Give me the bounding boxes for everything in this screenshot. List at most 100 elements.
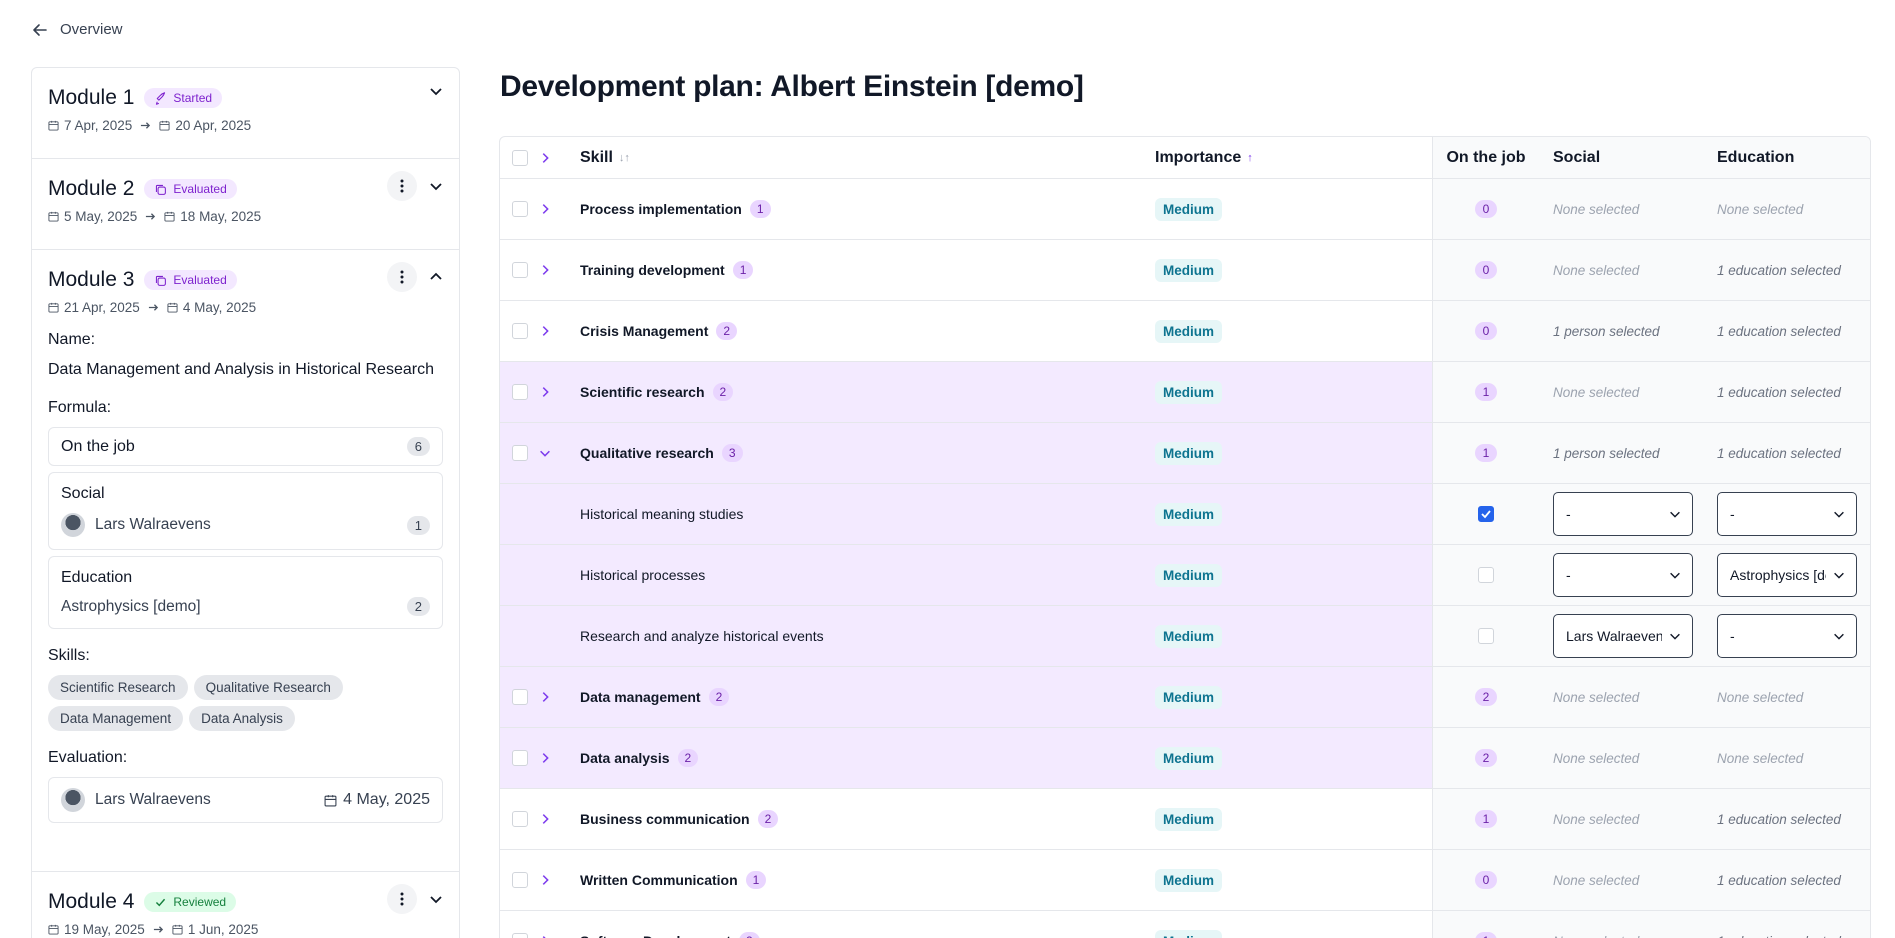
table-row[interactable]: Written Communication 1 Medium 0 None select…	[500, 850, 1870, 911]
social-summary: None selected	[1553, 262, 1640, 278]
more-options-icon[interactable]	[387, 171, 417, 201]
module-title: Module 1	[48, 86, 135, 109]
chevron-down-icon[interactable]	[427, 177, 445, 195]
row-checkbox[interactable]	[512, 201, 528, 217]
education-summary: 1 education selected	[1717, 872, 1841, 888]
education-summary: 1 education selected	[1717, 384, 1841, 400]
select-all-checkbox[interactable]	[512, 149, 528, 166]
social-summary: 1 person selected	[1553, 323, 1660, 339]
on-the-job-checkbox[interactable]	[1478, 506, 1494, 522]
table-row[interactable]: Data management 2 Medium 2 None selected None…	[500, 667, 1870, 728]
back-to-overview-link[interactable]: Overview	[32, 21, 123, 38]
module-card-1[interactable]: Module 1 Started 7 Apr, 2025 20 Apr, 202…	[32, 68, 459, 159]
module-card-2[interactable]: Module 2 Evaluated 5 May, 2025 18 May, 2…	[32, 159, 459, 250]
education-summary: None selected	[1717, 201, 1804, 217]
social-column-header: Social	[1553, 148, 1601, 166]
row-checkbox[interactable]	[512, 933, 528, 938]
table-row[interactable]: Crisis Management 2 Medium 0 1 person select…	[500, 301, 1870, 362]
formula-label: Formula:	[48, 399, 112, 416]
table-subrow[interactable]: Historical processes Medium - Astrophysics …	[500, 545, 1870, 606]
education-label: Education	[61, 569, 133, 586]
table-row[interactable]: Software Development2 Medium 1 None selecte…	[500, 911, 1870, 938]
calendar-icon	[324, 794, 337, 806]
chevron-down-icon[interactable]	[427, 890, 445, 908]
education-select[interactable]: Astrophysics [demo]	[1717, 553, 1857, 597]
table-row[interactable]: Business communication 2 Medium 1 None selec…	[500, 789, 1870, 850]
skill-name: Crisis Management 2	[580, 322, 738, 340]
evaluation-label: Evaluation:	[48, 749, 128, 766]
row-checkbox[interactable]	[512, 323, 528, 339]
status-badge: Started	[144, 88, 223, 108]
chevron-right-icon[interactable]	[538, 728, 558, 788]
education-select[interactable]: -	[1717, 614, 1857, 658]
calendar-icon	[48, 211, 59, 222]
education-select[interactable]: -	[1717, 492, 1857, 536]
calendar-icon	[48, 120, 59, 131]
social-select[interactable]: Lars Walraevens	[1553, 614, 1693, 658]
chevron-right-icon[interactable]	[538, 179, 558, 239]
start-date: 5 May, 2025	[64, 209, 138, 224]
social-select[interactable]: -	[1553, 492, 1693, 536]
end-date: 1 Jun, 2025	[187, 922, 259, 937]
status-badge: Evaluated	[144, 179, 237, 199]
social-summary: None selected	[1553, 811, 1640, 827]
date-range: 19 May, 2025 1 Jun, 2025	[48, 922, 443, 937]
education-count: 2	[406, 597, 430, 616]
table-row[interactable]: Scientific research 2 Medium 1 None selected…	[500, 362, 1870, 423]
module-card-3[interactable]: Module 3 Evaluated 21 Apr, 2025 4 May, 2…	[32, 250, 459, 872]
chevron-right-icon[interactable]	[538, 667, 558, 727]
row-checkbox[interactable]	[512, 689, 528, 705]
table-subrow[interactable]: Research and analyze historical events Me…	[500, 606, 1870, 667]
sub-skill-count: 1	[749, 200, 771, 218]
module-card-4[interactable]: Module 4 Reviewed 19 May, 2025 1 Jun, 20…	[32, 872, 459, 938]
on-the-job-checkbox[interactable]	[1478, 567, 1494, 583]
sub-skill-count: 2	[712, 383, 734, 401]
evaluation-entry: Lars Walraevens 4 May, 2025	[48, 777, 443, 823]
table-row[interactable]: Qualitative research 3 Medium 1 1 person sel…	[500, 423, 1870, 484]
status-badge: Reviewed	[144, 892, 237, 912]
row-checkbox[interactable]	[512, 811, 528, 827]
skill-name: Software Development2	[580, 932, 760, 938]
social-label: Social	[61, 485, 105, 502]
on-the-job-column-header: On the job	[1446, 148, 1526, 166]
arrow-right-icon	[146, 213, 156, 220]
chevron-right-icon[interactable]	[538, 240, 558, 300]
chevron-right-icon[interactable]	[538, 789, 558, 849]
more-options-icon[interactable]	[387, 262, 417, 292]
social-count: 1	[406, 515, 430, 535]
table-row[interactable]: Process implementation 1 Medium 0 None selec…	[500, 179, 1870, 240]
table-row[interactable]: Training development 1 Medium 0 None selecte…	[500, 240, 1870, 301]
module-sidebar: Module 1 Started 7 Apr, 2025 20 Apr, 202…	[31, 67, 460, 938]
row-checkbox[interactable]	[512, 262, 528, 278]
chevron-down-icon	[1834, 511, 1844, 518]
skill-name: Training development 1	[580, 261, 754, 279]
chevron-down-icon	[1670, 511, 1680, 518]
chevron-down-icon[interactable]	[427, 82, 445, 100]
chevron-right-icon[interactable]	[538, 911, 558, 938]
row-checkbox[interactable]	[512, 872, 528, 888]
on-the-job-label: On the job	[61, 437, 135, 455]
skills-table: Skill ↓↑ Importance ↑ On the job Social Ed…	[499, 136, 1871, 938]
chevron-right-icon[interactable]	[538, 850, 558, 910]
arrow-left-icon	[33, 23, 47, 36]
table-subrow[interactable]: Historical meaning studies Medium - -	[500, 484, 1870, 545]
on-the-job-count: 6	[406, 437, 430, 456]
chevron-right-icon[interactable]	[538, 301, 558, 361]
skill-name: Process implementation 1	[580, 200, 771, 218]
row-checkbox[interactable]	[512, 384, 528, 400]
social-select[interactable]: -	[1553, 553, 1693, 597]
chevron-right-icon[interactable]	[538, 362, 558, 422]
row-checkbox[interactable]	[512, 445, 528, 461]
skill-column-header[interactable]: Skill ↓↑	[580, 149, 630, 167]
importance-column-header[interactable]: Importance ↑	[1155, 149, 1253, 167]
social-person-name: Lars Walraevens	[95, 516, 211, 533]
chevron-up-icon[interactable]	[427, 268, 445, 286]
sort-icon: ↓↑	[618, 151, 630, 164]
on-the-job-checkbox[interactable]	[1478, 628, 1494, 644]
table-row[interactable]: Data analysis 2 Medium 2 None selected None s…	[500, 728, 1870, 789]
row-checkbox[interactable]	[512, 750, 528, 766]
importance-header-label: Importance	[1155, 148, 1242, 166]
expand-all-icon[interactable]	[538, 137, 558, 178]
more-options-icon[interactable]	[387, 884, 417, 914]
chevron-down-icon[interactable]	[538, 423, 558, 483]
